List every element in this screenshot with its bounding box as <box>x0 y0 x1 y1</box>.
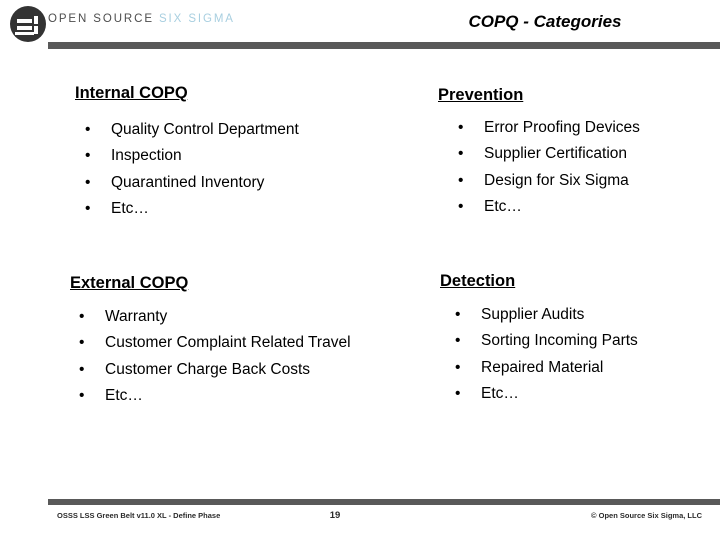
bullet-icon: • <box>79 386 85 404</box>
bullet-icon: • <box>79 360 85 378</box>
brand-wordmark: OPEN SOURCE SIX SIGMA <box>48 13 235 25</box>
list-item-label: Design for Six Sigma <box>484 171 629 189</box>
bullet-icon: • <box>79 334 85 352</box>
list-item: • Repaired Material <box>452 359 717 377</box>
list-item: • Inspection <box>82 147 382 165</box>
list-item: • Quality Control Department <box>82 121 382 139</box>
logo-glyph-bar <box>34 26 38 34</box>
bullet-icon: • <box>458 171 464 189</box>
list-item: • Etc… <box>455 198 715 216</box>
list-item-label: Sorting Incoming Parts <box>481 332 638 350</box>
slide-canvas: OPEN SOURCE SIX SIGMA COPQ - Categories … <box>0 0 720 540</box>
list-item-label: Customer Charge Back Costs <box>105 360 311 378</box>
list-item-label: Repaired Material <box>481 358 604 376</box>
list-item: • Warranty <box>76 308 406 326</box>
brand-wordmark-primary: OPEN SOURCE <box>48 13 159 25</box>
bullet-icon: • <box>458 145 464 163</box>
bullet-icon: • <box>458 197 464 215</box>
logo-glyph-bar <box>17 26 32 30</box>
list-item: • Etc… <box>76 387 406 405</box>
list-item-label: Error Proofing Devices <box>484 119 640 136</box>
section-heading-detection: Detection <box>440 272 516 290</box>
bullet-list-internal-copq: • Quality Control Department • Inspection … <box>82 121 382 226</box>
list-item: • Supplier Certification <box>455 145 715 163</box>
footer-course-label: OSSS LSS Green Belt v11.0 XL - Define Ph… <box>57 511 221 520</box>
bullet-icon: • <box>455 384 461 402</box>
bullet-list-detection: • Supplier Audits • Sorting Incoming Parts… <box>452 306 717 411</box>
list-item-label: Supplier Audits <box>481 306 585 323</box>
list-item-label: Warranty <box>105 308 168 325</box>
section-heading-prevention: Prevention <box>438 86 524 104</box>
list-item-label: Supplier Certification <box>484 145 628 163</box>
list-item-label: Etc… <box>481 384 519 402</box>
bullet-icon: • <box>85 199 91 217</box>
list-item-label: Customer Complaint Related Travel <box>105 334 351 352</box>
logo-glyph-bar <box>34 16 38 24</box>
list-item-label: Quarantined Inventory <box>111 173 265 191</box>
osss-circle-logo-icon <box>10 6 46 42</box>
bullet-list-external-copq: • Warranty • Customer Complaint Related Tr… <box>76 308 406 413</box>
bullet-icon: • <box>79 308 85 325</box>
bullet-icon: • <box>455 332 461 350</box>
list-item: • Sorting Incoming Parts <box>452 332 717 350</box>
bullet-icon: • <box>458 119 464 136</box>
brand-wordmark-accent: SIX SIGMA <box>158 13 235 25</box>
bullet-icon: • <box>455 358 461 376</box>
list-item-label: Etc… <box>111 199 149 217</box>
bullet-list-prevention: • Error Proofing Devices • Supplier Certif… <box>455 119 715 224</box>
header-divider <box>48 42 720 49</box>
logo-glyph-bar <box>15 32 34 35</box>
list-item-label: Inspection <box>111 147 182 165</box>
page-title: COPQ - Categories <box>468 12 622 31</box>
list-item: • Etc… <box>82 200 382 218</box>
bullet-icon: • <box>85 147 91 165</box>
list-item: • Etc… <box>452 385 717 403</box>
slide-header: OPEN SOURCE SIX SIGMA COPQ - Categories <box>0 0 720 52</box>
list-item: • Customer Complaint Related Travel <box>76 334 406 352</box>
list-item: • Quarantined Inventory <box>82 174 382 192</box>
footer-copyright: © Open Source Six Sigma, LLC <box>591 511 702 520</box>
bullet-icon: • <box>85 173 91 191</box>
list-item-label: Quality Control Department <box>111 121 299 138</box>
list-item-label: Etc… <box>105 386 143 404</box>
bullet-icon: • <box>85 121 91 138</box>
logo-glyph-bar <box>17 19 32 23</box>
section-heading-external-copq: External COPQ <box>70 274 189 292</box>
list-item: • Design for Six Sigma <box>455 172 715 190</box>
list-item: • Customer Charge Back Costs <box>76 361 406 379</box>
footer-divider <box>48 499 720 505</box>
list-item: • Supplier Audits <box>452 306 717 324</box>
list-item: • Error Proofing Devices <box>455 119 715 137</box>
slide-page-number: 19 <box>329 510 341 521</box>
bullet-icon: • <box>455 306 461 323</box>
list-item-label: Etc… <box>484 197 522 215</box>
section-heading-internal-copq: Internal COPQ <box>75 84 188 102</box>
